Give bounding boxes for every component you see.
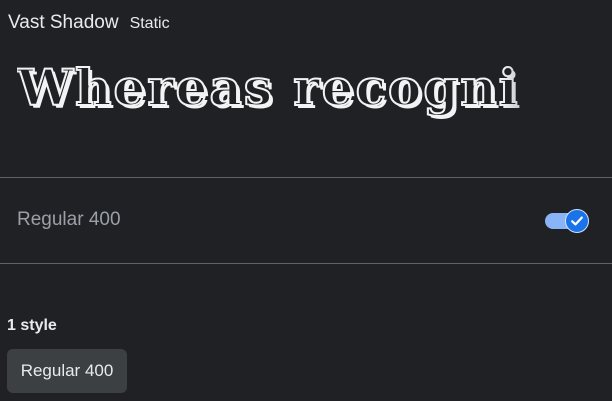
style-toggle[interactable] bbox=[545, 209, 591, 233]
preview-text: Whereas recogni bbox=[17, 57, 520, 118]
style-row-regular-400: Regular 400 bbox=[0, 178, 612, 263]
font-type-label: Static bbox=[129, 15, 170, 32]
style-chip-regular-400[interactable]: Regular 400 bbox=[7, 349, 127, 393]
toggle-thumb bbox=[565, 209, 589, 233]
style-row-label: Regular 400 bbox=[17, 209, 121, 230]
preview-area: Whereas recogni bbox=[17, 56, 612, 128]
font-header: Vast Shadow Static bbox=[8, 12, 170, 34]
divider-bottom bbox=[0, 263, 612, 264]
check-icon bbox=[571, 216, 583, 226]
styles-count-label: 1 style bbox=[7, 317, 57, 334]
font-family-name: Vast Shadow bbox=[8, 12, 119, 33]
